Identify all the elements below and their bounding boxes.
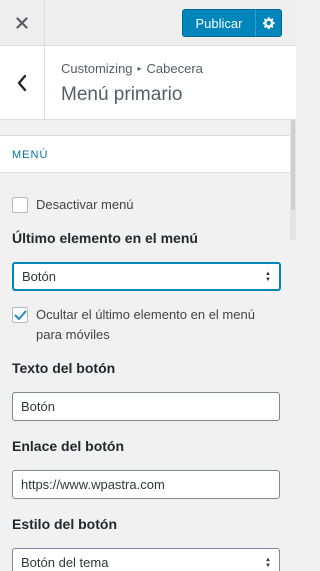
select-arrows-icon: ▲ ▼ xyxy=(265,270,271,283)
button-style-select[interactable]: Botón del tema ▲ ▼ xyxy=(12,548,280,571)
button-style-selected: Botón del tema xyxy=(21,555,109,570)
hide-mobile-label-line1: Ocultar el último elemento en el menú xyxy=(36,307,255,322)
close-icon xyxy=(16,16,28,29)
hide-mobile-label-line2: para móviles xyxy=(36,327,110,342)
breadcrumb-root: Customizing xyxy=(61,61,133,76)
breadcrumb: Customizing ▸ Cabecera xyxy=(61,61,203,76)
button-link-label: Enlace del botón xyxy=(12,438,125,454)
disable-menu-checkbox[interactable] xyxy=(12,197,28,213)
button-text-label: Texto del botón xyxy=(12,360,116,376)
checkmark-icon xyxy=(14,310,26,320)
publish-group: Publicar xyxy=(182,9,282,37)
disable-menu-checkbox-row[interactable]: Desactivar menú xyxy=(12,195,134,215)
scrollbar-thumb[interactable] xyxy=(291,120,295,210)
close-button[interactable] xyxy=(0,0,45,45)
breadcrumb-separator: ▸ xyxy=(137,64,142,73)
hide-mobile-checkbox[interactable] xyxy=(12,307,28,323)
last-item-select[interactable]: Botón ▲ ▼ xyxy=(12,262,281,291)
page-title: Menú primario xyxy=(61,84,183,105)
last-item-label: Último elemento en el menú xyxy=(12,230,198,246)
back-button[interactable] xyxy=(0,46,45,119)
hide-mobile-label: Ocultar el último elemento en el menú pa… xyxy=(36,305,255,345)
section-header: Customizing ▸ Cabecera Menú primario xyxy=(0,46,296,120)
select-arrows-icon: ▲ ▼ xyxy=(265,556,271,569)
customizer-topbar: Publicar xyxy=(0,0,296,46)
gear-icon xyxy=(262,17,275,30)
button-link-input[interactable]: https://www.wpastra.com xyxy=(12,470,280,499)
section-title: MENÚ xyxy=(12,149,49,161)
button-text-input[interactable]: Botón xyxy=(12,392,280,421)
publish-settings-button[interactable] xyxy=(255,9,282,37)
publish-button[interactable]: Publicar xyxy=(182,9,255,37)
section-heading: MENÚ xyxy=(0,135,296,173)
chevron-left-icon xyxy=(17,74,27,91)
button-style-label: Estilo del botón xyxy=(12,516,117,532)
last-item-selected: Botón xyxy=(22,269,56,284)
breadcrumb-current: Cabecera xyxy=(146,61,203,76)
hide-mobile-checkbox-row[interactable]: Ocultar el último elemento en el menú pa… xyxy=(12,305,255,345)
disable-menu-label: Desactivar menú xyxy=(36,197,134,212)
